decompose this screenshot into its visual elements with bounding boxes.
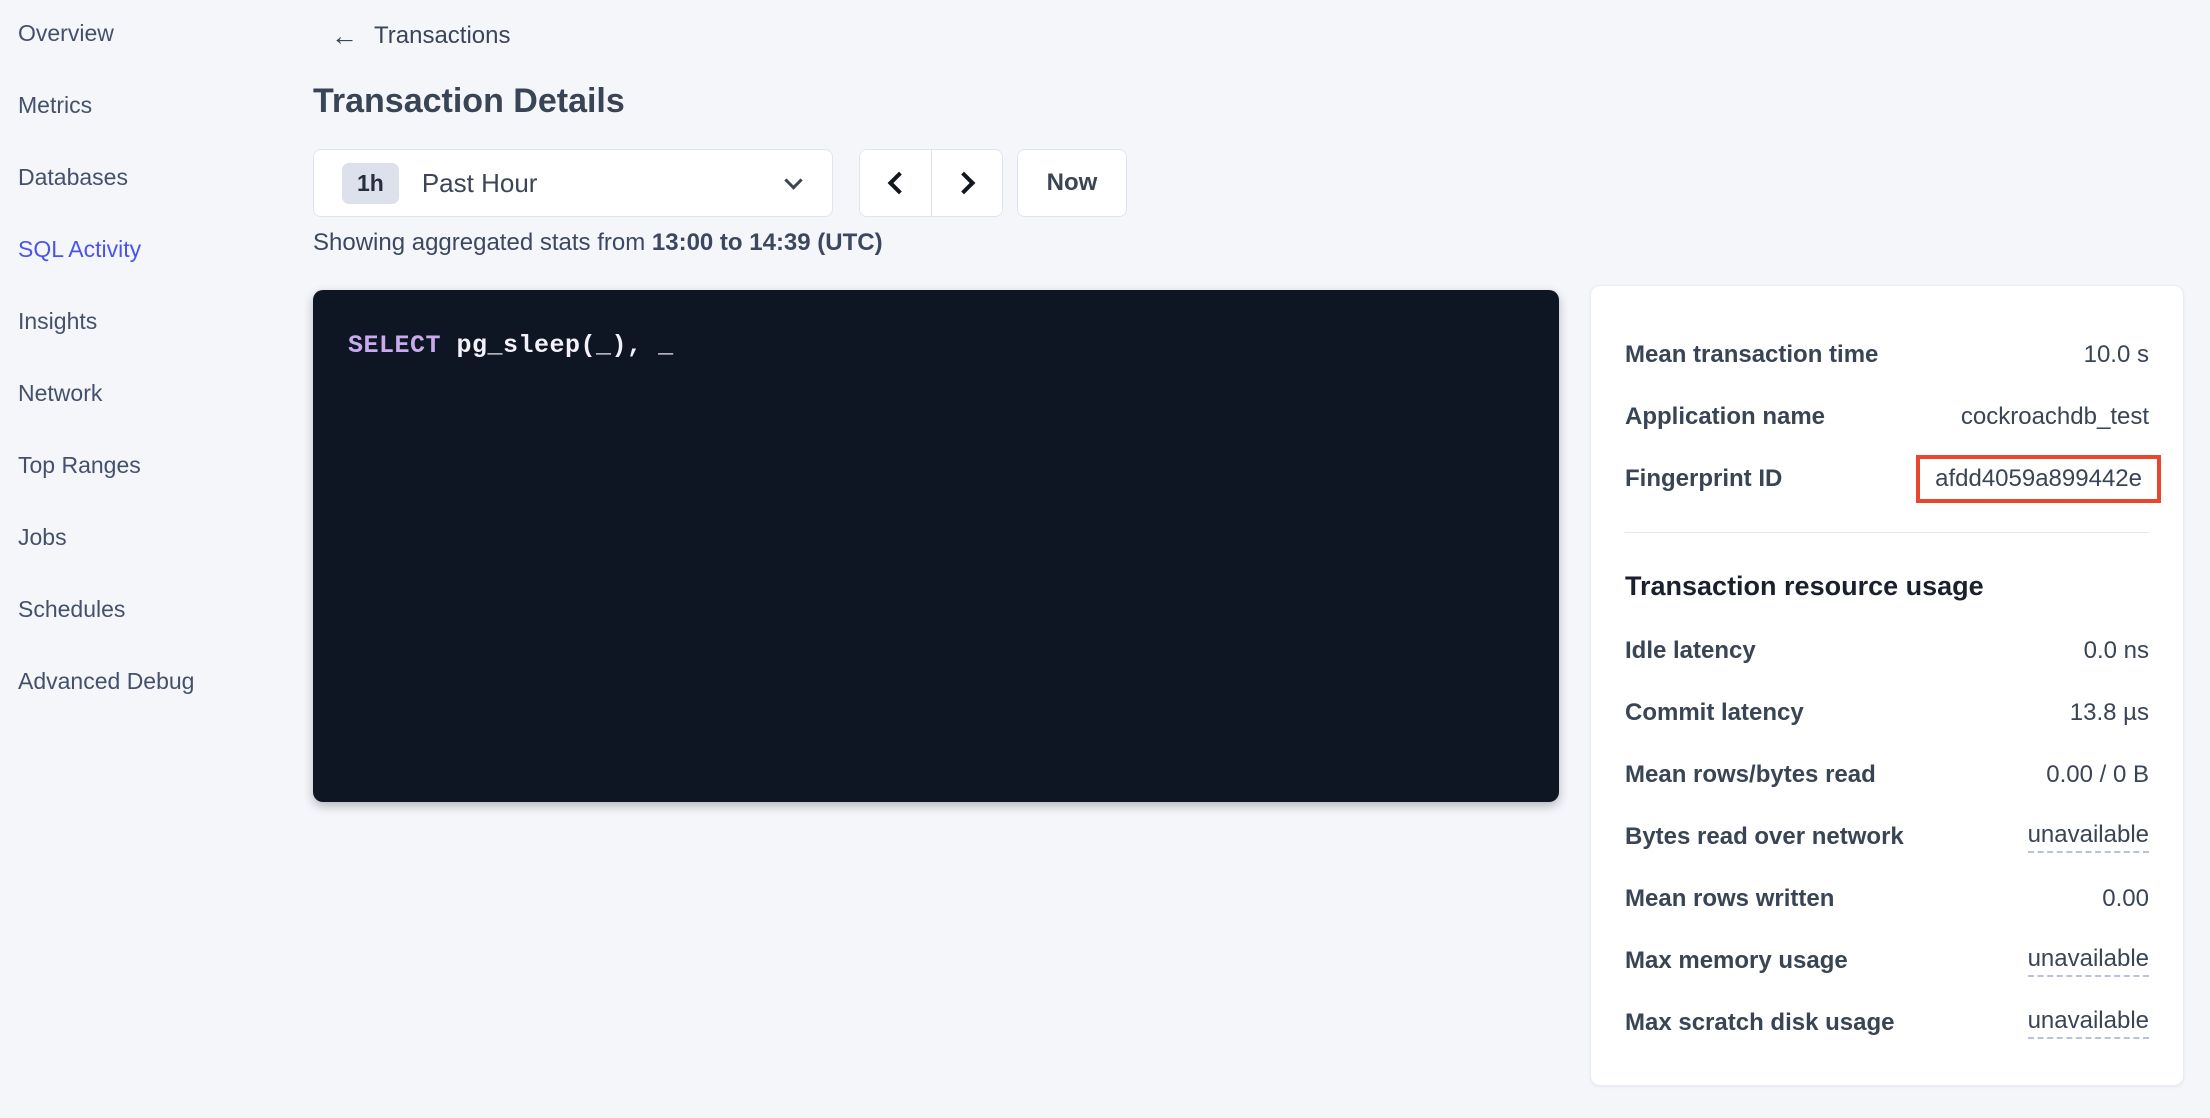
unavailable-tooltip-value[interactable]: unavailable [2028, 1007, 2149, 1039]
resource-usage-rows: Idle latency 0.0 ns Commit latency 13.8 … [1625, 620, 2149, 1054]
row-label: Application name [1625, 403, 1825, 431]
row-label: Mean rows/bytes read [1625, 761, 1876, 789]
row-label: Max memory usage [1625, 947, 1848, 975]
sidebar-item-schedules[interactable]: Schedules [0, 576, 300, 642]
row-value: 10.0 s [2084, 341, 2149, 369]
interval-badge: 1h [342, 163, 399, 204]
sidebar-item-overview[interactable]: Overview [0, 0, 300, 66]
sidebar-item-advanced-debug[interactable]: Advanced Debug [0, 648, 300, 714]
page-title: Transaction Details [313, 82, 625, 121]
sidebar-item-sql-activity[interactable]: SQL Activity [0, 216, 300, 282]
row-fingerprint-id: Fingerprint ID afdd4059a899442e [1625, 448, 2149, 510]
row-mean-rows-written: Mean rows written 0.00 [1625, 868, 2149, 930]
sql-keyword: SELECT [348, 331, 441, 360]
chevron-right-icon [953, 172, 976, 195]
unavailable-tooltip-value[interactable]: unavailable [2028, 945, 2149, 977]
row-label: Mean rows written [1625, 885, 1834, 913]
row-application-name: Application name cockroachdb_test [1625, 386, 2149, 448]
transaction-details-card: Mean transaction time 10.0 s Application… [1590, 285, 2184, 1086]
sidebar-item-jobs[interactable]: Jobs [0, 504, 300, 570]
sidebar-item-network[interactable]: Network [0, 360, 300, 426]
row-value: 0.0 ns [2084, 637, 2149, 665]
breadcrumb-label: Transactions [374, 22, 511, 50]
chevron-down-icon [784, 171, 802, 189]
row-max-scratch-disk-usage: Max scratch disk usage unavailable [1625, 992, 2149, 1054]
row-label: Commit latency [1625, 699, 1804, 727]
row-bytes-read-over-network: Bytes read over network unavailable [1625, 806, 2149, 868]
row-label: Mean transaction time [1625, 341, 1878, 369]
row-label: Bytes read over network [1625, 823, 1904, 851]
unavailable-tooltip-value[interactable]: unavailable [2028, 821, 2149, 853]
row-max-memory-usage: Max memory usage unavailable [1625, 930, 2149, 992]
row-value: 0.00 / 0 B [2046, 761, 2149, 789]
row-commit-latency: Commit latency 13.8 µs [1625, 682, 2149, 744]
transaction-details-page: Overview Metrics Databases SQL Activity … [0, 0, 2210, 1118]
sidebar: Overview Metrics Databases SQL Activity … [0, 0, 300, 720]
row-mean-transaction-time: Mean transaction time 10.0 s [1625, 324, 2149, 386]
sidebar-item-databases[interactable]: Databases [0, 144, 300, 210]
previous-interval-button[interactable] [860, 150, 931, 216]
row-value: 0.00 [2102, 885, 2149, 913]
row-label: Fingerprint ID [1625, 465, 1782, 493]
stats-range: 13:00 to 14:39 (UTC) [652, 229, 883, 256]
row-value: cockroachdb_test [1961, 403, 2149, 431]
row-value: 13.8 µs [2070, 699, 2149, 727]
now-button[interactable]: Now [1017, 149, 1127, 217]
sql-statement-box: SELECT pg_sleep(_), _ [313, 290, 1559, 802]
time-controls: 1h Past Hour Now [313, 149, 1560, 217]
resource-usage-heading: Transaction resource usage [1625, 571, 2149, 607]
row-label: Max scratch disk usage [1625, 1009, 1894, 1037]
time-range-dropdown[interactable]: 1h Past Hour [313, 149, 833, 217]
chevron-left-icon [887, 172, 910, 195]
breadcrumb-back-link[interactable]: ← Transactions [331, 22, 511, 50]
card-divider [1625, 532, 2149, 533]
sql-statement-text: pg_sleep(_), _ [457, 331, 674, 360]
stats-prefix: Showing aggregated stats from [313, 229, 645, 256]
sidebar-item-insights[interactable]: Insights [0, 288, 300, 354]
back-arrow-icon: ← [331, 23, 358, 50]
fingerprint-highlight: afdd4059a899442e [1916, 455, 2161, 503]
sidebar-item-top-ranges[interactable]: Top Ranges [0, 432, 300, 498]
selected-range-label: Past Hour [422, 168, 787, 199]
main-content: ← Transactions Transaction Details 1h Pa… [313, 0, 1560, 1118]
row-idle-latency: Idle latency 0.0 ns [1625, 620, 2149, 682]
time-step-button-group [859, 149, 1003, 217]
row-label: Idle latency [1625, 637, 1756, 665]
aggregated-stats-caption: Showing aggregated stats from 13:00 to 1… [313, 229, 883, 257]
sidebar-item-metrics[interactable]: Metrics [0, 72, 300, 138]
row-mean-rows-bytes-read: Mean rows/bytes read 0.00 / 0 B [1625, 744, 2149, 806]
next-interval-button[interactable] [931, 150, 1002, 216]
